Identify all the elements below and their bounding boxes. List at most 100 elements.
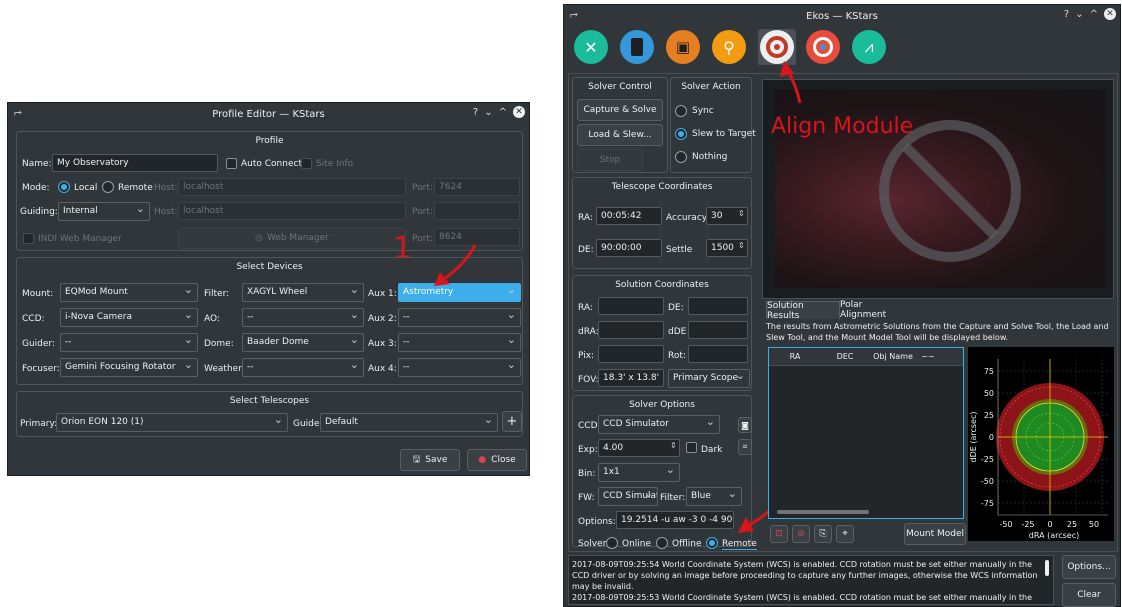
close-icon[interactable]: ✕: [513, 106, 525, 118]
nothing-radio[interactable]: [675, 151, 687, 163]
sol-ra-field[interactable]: [598, 297, 664, 315]
ccd-select[interactable]: i-Nova Camera: [60, 308, 198, 327]
solver-ccd-select[interactable]: CCD Simulator: [598, 415, 720, 434]
auto-connect-checkbox[interactable]: [226, 158, 237, 169]
exp-field[interactable]: 4.00: [598, 439, 680, 457]
minimize-icon[interactable]: ⌄: [484, 107, 492, 118]
sol-dde-field[interactable]: [688, 321, 748, 339]
results-table[interactable]: RA DEC Obj Name ~~: [768, 347, 964, 519]
guiding-select[interactable]: Internal: [58, 202, 150, 221]
dark-checkbox[interactable]: [686, 442, 697, 453]
guiding-port-field[interactable]: [434, 202, 520, 220]
aux3-select[interactable]: --: [398, 333, 521, 352]
offline-radio[interactable]: [656, 537, 668, 549]
filter-select[interactable]: XAGYL Wheel: [242, 283, 364, 302]
fw-select[interactable]: CCD Simulat: [598, 487, 658, 506]
x-tick: 25: [1067, 520, 1077, 529]
guiding-host-field[interactable]: localhost: [178, 202, 406, 220]
ekos-close-icon[interactable]: ✕: [1104, 8, 1116, 20]
port-field[interactable]: 7624: [434, 178, 520, 196]
mode-local-radio[interactable]: [58, 181, 70, 193]
accuracy-spin-icon[interactable]: ⇕: [738, 209, 745, 218]
aux2-label: Aux 2:: [368, 314, 397, 324]
stop-button[interactable]: Stop: [577, 149, 643, 171]
sol-pix-field[interactable]: [598, 345, 664, 363]
slew-to-target-radio[interactable]: [675, 128, 687, 140]
bin-select[interactable]: 1x1: [598, 463, 680, 482]
maximize-icon[interactable]: ^: [499, 107, 507, 118]
ekos-maximize-icon[interactable]: ^: [1090, 9, 1098, 20]
log-area[interactable]: 2017-08-09T09:25:54 World Coordinate Sys…: [568, 555, 1054, 605]
name-field[interactable]: My Observatory: [52, 154, 218, 172]
aux2-select[interactable]: --: [398, 308, 521, 327]
tab-polar-alignment[interactable]: Polar Alignment: [840, 300, 910, 320]
focuser-select[interactable]: Gemini Focusing Rotator: [60, 358, 198, 377]
close-button[interactable]: ● Close: [467, 449, 527, 471]
settle-spin-icon[interactable]: ⇕: [738, 241, 745, 250]
mode-remote-radio[interactable]: [102, 181, 114, 193]
online-radio[interactable]: [606, 537, 618, 549]
telescope-ra-field[interactable]: 00:05:42: [596, 207, 662, 225]
app-menu-icon[interactable]: ⮣: [14, 107, 22, 118]
drift-plot[interactable]: 75 50 25 0 -25 -50 -75 -50 -25 0 25 50 d…: [968, 347, 1114, 541]
clear-button[interactable]: Clear: [1062, 583, 1116, 607]
tab-scheduler[interactable]: [618, 29, 656, 65]
col-extra[interactable]: ~~: [917, 348, 939, 365]
primary-telescope-select[interactable]: Orion EON 120 (1): [56, 413, 288, 432]
options-button[interactable]: Options...: [1062, 555, 1116, 579]
col-ra[interactable]: RA: [769, 348, 821, 365]
aux4-select[interactable]: --: [398, 358, 521, 377]
load-slew-button[interactable]: Load & Slew...: [577, 124, 663, 146]
window-title: Profile Editor — KStars: [212, 108, 325, 120]
profile-editor-titlebar[interactable]: ⮣ Profile Editor — KStars ? ⌄ ^ ✕: [8, 103, 529, 125]
sol-rot-field[interactable]: [688, 345, 748, 363]
ekos-app-menu-icon[interactable]: ⮣: [570, 9, 578, 20]
ekos-titlebar[interactable]: ⮣ Ekos — KStars ? ⌄ ^ ✕: [564, 5, 1120, 27]
col-obj-name[interactable]: Obj Name: [869, 348, 917, 365]
fits-image-view[interactable]: Align Module: [762, 79, 1114, 299]
sol-de-field[interactable]: [688, 297, 748, 315]
capture-solve-button[interactable]: Capture & Solve: [577, 99, 663, 121]
exp-spin-icon[interactable]: ⇕: [670, 441, 677, 450]
site-info-checkbox[interactable]: [301, 158, 312, 169]
cancel-icon[interactable]: ⊘: [792, 525, 810, 543]
guider-select[interactable]: --: [60, 333, 198, 352]
sync-radio[interactable]: [675, 105, 687, 117]
mount-select[interactable]: EQMod Mount: [60, 283, 198, 302]
mode-local-label: Local: [74, 183, 98, 193]
stop-solve-icon[interactable]: ⊡: [770, 525, 788, 543]
tab-solution-results[interactable]: Solution Results: [766, 301, 840, 321]
tab-setup[interactable]: ✕: [572, 29, 610, 65]
tab-mount[interactable]: ⩘: [850, 29, 888, 65]
results-scrollbar[interactable]: [777, 510, 869, 514]
solver-options-field[interactable]: 19.2514 -u aw -3 0 -4 90 -5 30: [616, 511, 734, 529]
col-dec[interactable]: DEC: [821, 348, 869, 365]
tab-capture[interactable]: ▣: [664, 29, 702, 65]
add-telescope-button[interactable]: +: [502, 411, 522, 432]
ekos-help-icon[interactable]: ?: [1064, 9, 1069, 20]
mount-model-button[interactable]: Mount Model: [904, 523, 966, 545]
weather-select[interactable]: --: [242, 358, 364, 377]
scope-select[interactable]: Primary Scope: [668, 369, 750, 388]
ekos-minimize-icon[interactable]: ⌄: [1075, 9, 1083, 20]
save-button[interactable]: 🖫 Save: [400, 449, 460, 471]
tab-focus[interactable]: ⚲: [710, 29, 748, 65]
ccd-settings-icon[interactable]: ◙: [738, 417, 752, 433]
remote-radio[interactable]: [706, 537, 718, 549]
guide-telescope-select[interactable]: Default: [320, 413, 498, 432]
frame-settings-icon[interactable]: ⌗: [738, 439, 752, 455]
telescope-de-field[interactable]: 90:00:00: [596, 239, 662, 257]
export-icon[interactable]: ⎘: [814, 525, 832, 543]
dome-select[interactable]: Baader Dome: [242, 333, 364, 352]
fov-field[interactable]: 18.3' x 13.8': [598, 369, 664, 387]
log-scrollbar[interactable]: [1045, 560, 1049, 576]
sync-image-icon[interactable]: ⌖: [836, 525, 854, 543]
sol-dra-field[interactable]: [598, 321, 664, 339]
name-label: Name:: [22, 159, 52, 169]
settle-label: Settle: [666, 245, 693, 255]
host-field[interactable]: localhost: [178, 178, 406, 196]
help-icon[interactable]: ?: [473, 107, 478, 118]
web-manager-button[interactable]: ◎ Web Manager: [178, 227, 406, 249]
ao-select[interactable]: --: [242, 308, 364, 327]
indi-web-manager-checkbox[interactable]: [23, 233, 34, 244]
